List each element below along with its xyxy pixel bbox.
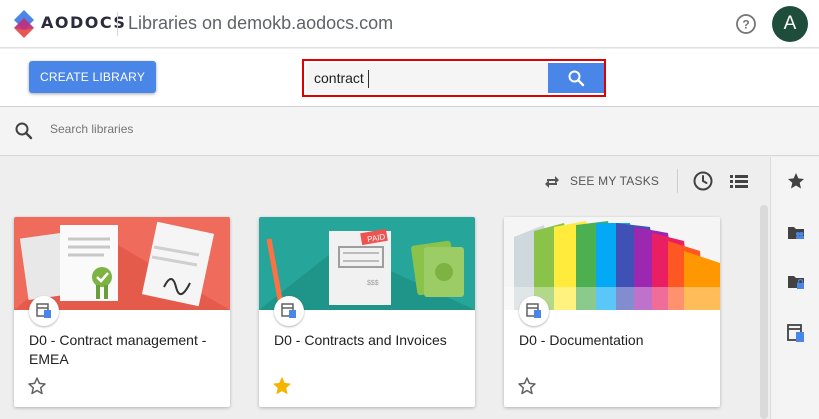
library-search-bar <box>0 107 819 156</box>
library-card[interactable]: PAID $$$ D0 - Contracts and Invoices <box>259 217 475 407</box>
help-circle-icon[interactable]: ? <box>735 13 757 35</box>
library-icon <box>36 303 51 318</box>
page-title: Libraries on demokb.aodocs.com <box>128 13 394 33</box>
library-title[interactable]: D0 - Contract management - EMEA <box>29 331 221 369</box>
library-type-badge <box>274 296 304 326</box>
aodocs-logo-icon[interactable] <box>12 8 36 40</box>
star-filled-icon[interactable] <box>272 376 292 396</box>
library-title[interactable]: D0 - Documentation <box>519 331 711 350</box>
shared-folder-icon[interactable] <box>786 223 806 243</box>
svg-text:$$$: $$$ <box>367 280 379 287</box>
see-my-tasks-button[interactable]: SEE MY TASKS <box>570 174 659 188</box>
star-outline-icon[interactable] <box>517 376 537 396</box>
library-search-input[interactable] <box>50 122 350 136</box>
star-outline-icon[interactable] <box>27 376 47 396</box>
global-search-input[interactable] <box>306 63 548 93</box>
sync-tasks-icon[interactable] <box>542 172 562 192</box>
library-card[interactable]: D0 - Documentation <box>504 217 720 407</box>
global-search-box <box>302 59 606 97</box>
library-card[interactable]: D0 - Contract management - EMEA <box>14 217 230 407</box>
search-button[interactable] <box>548 63 604 93</box>
header-divider <box>117 12 118 36</box>
library-type-badge <box>29 296 59 326</box>
library-type-badge <box>519 296 549 326</box>
search-icon <box>15 122 33 140</box>
create-library-button[interactable]: CREATE LIBRARY <box>29 61 156 93</box>
action-bar: CREATE LIBRARY <box>0 49 819 107</box>
star-filter-icon[interactable] <box>786 171 806 191</box>
right-rail <box>770 157 819 419</box>
library-icon[interactable] <box>786 323 806 343</box>
library-icon <box>526 303 541 318</box>
clock-icon[interactable] <box>692 170 714 192</box>
search-icon <box>568 70 585 87</box>
library-grid-area: SEE MY TASKS D0 - Contract management - … <box>0 157 770 419</box>
toolbar-divider <box>677 169 678 193</box>
svg-text:?: ? <box>742 18 749 32</box>
text-cursor <box>368 70 369 88</box>
scrollbar[interactable] <box>760 205 768 419</box>
library-icon <box>281 303 296 318</box>
locked-folder-icon[interactable] <box>786 272 806 292</box>
list-view-icon[interactable] <box>728 170 750 192</box>
logo-text: AODOCS <box>41 13 127 32</box>
library-title[interactable]: D0 - Contracts and Invoices <box>274 331 466 350</box>
top-header: AODOCS Libraries on demokb.aodocs.com ? … <box>0 0 819 48</box>
avatar[interactable]: A <box>772 6 808 42</box>
